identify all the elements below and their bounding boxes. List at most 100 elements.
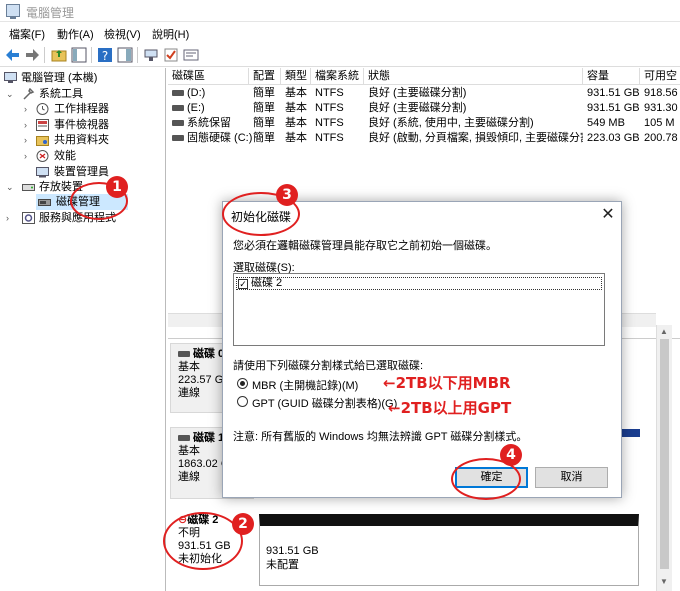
cell-free: 931.30 (644, 102, 678, 114)
menu-bar: 檔案(F) 動作(A) 檢視(V) 說明(H) (0, 23, 680, 43)
performance-icon (36, 150, 49, 162)
show-pane-icon[interactable] (71, 47, 87, 63)
column-header-type[interactable]: 類型 (281, 68, 311, 85)
help-icon[interactable]: ? (97, 47, 113, 63)
scroll-thumb[interactable] (660, 339, 669, 569)
disk-name: 磁碟 0 (193, 348, 225, 360)
initialize-disk-dialog: 初始化磁碟 ✕ 您必須在邏輯磁碟管理員能存取它之前初始一個磁碟。 選取磁碟(S)… (222, 201, 622, 498)
cancel-button[interactable]: 取消 (535, 467, 608, 488)
cell-capacity: 549 MB (587, 117, 625, 129)
gpt-label[interactable]: GPT (GUID 磁碟分割表格)(G) (252, 395, 397, 411)
drive-icon (172, 120, 184, 127)
column-header-filesystem[interactable]: 檔案系統 (311, 68, 364, 85)
cell-volume: 系統保留 (187, 117, 231, 129)
chevron-right-icon[interactable]: › (24, 148, 34, 164)
chevron-right-icon[interactable]: › (24, 132, 34, 148)
table-row[interactable]: 固態硬碟 (C:) 簡單 基本 NTFS 良好 (啟動, 分頁檔案, 損毀傾印,… (168, 131, 680, 146)
column-header-capacity[interactable]: 容量 (583, 68, 640, 85)
cell-type: 基本 (285, 87, 307, 99)
scroll-down-icon[interactable]: ▼ (660, 577, 668, 586)
partition-bar (622, 429, 640, 437)
chevron-right-icon[interactable]: › (24, 117, 34, 133)
device-manager-icon (36, 167, 49, 178)
cell-filesystem: NTFS (315, 117, 344, 129)
cell-type: 基本 (285, 117, 307, 129)
tree-label: 電腦管理 (本機) (21, 72, 98, 84)
cell-filesystem: NTFS (315, 87, 344, 99)
close-icon[interactable]: ✕ (599, 204, 617, 224)
chevron-down-icon[interactable]: ⌄ (6, 179, 16, 195)
mbr-radio[interactable] (237, 378, 248, 389)
connect-icon[interactable] (143, 47, 159, 63)
cell-status: 良好 (主要磁碟分割) (368, 87, 467, 99)
shared-folder-icon (36, 136, 49, 146)
scroll-up-icon[interactable]: ▲ (660, 327, 668, 336)
menu-action[interactable]: 動作(A) (57, 26, 94, 42)
cell-free: 200.78 (644, 132, 678, 144)
disk-checkbox[interactable]: ✓ (238, 279, 248, 289)
disk-item-label: 磁碟 2 (251, 277, 283, 289)
chevron-right-icon[interactable]: › (24, 101, 34, 117)
menu-view[interactable]: 檢視(V) (104, 26, 141, 42)
cell-volume: (E:) (187, 102, 205, 114)
folder-up-icon[interactable] (51, 47, 67, 63)
chevron-down-icon[interactable]: ⌄ (6, 86, 16, 102)
table-row[interactable]: 系統保留 簡單 基本 NTFS 良好 (系統, 使用中, 主要磁碟分割) 549… (168, 116, 680, 131)
cell-type: 基本 (285, 102, 307, 114)
title-bar: 電腦管理 (0, 0, 680, 22)
cell-volume: (D:) (187, 87, 206, 99)
column-header-free[interactable]: 可用空 (640, 68, 680, 85)
step-badge-1: 1 (106, 176, 128, 198)
disk-select-list[interactable]: ✓ 磁碟 2 (233, 273, 605, 346)
cell-status: 良好 (系統, 使用中, 主要磁碟分割) (368, 117, 534, 129)
tools-icon (23, 88, 35, 100)
cell-layout: 簡單 (253, 102, 275, 114)
cell-status: 良好 (主要磁碟分割) (368, 102, 467, 114)
toolbar: ? (0, 43, 680, 67)
cell-capacity: 223.03 GB (587, 132, 640, 144)
partition-size: 931.51 GB (266, 545, 319, 557)
disk-2-unallocated-partition[interactable]: 931.51 GB 未配置 (259, 514, 639, 586)
drive-icon (172, 135, 184, 142)
cell-layout: 簡單 (253, 117, 275, 129)
clock-icon (36, 103, 49, 115)
highlight-ring-disk-2 (163, 512, 243, 570)
list-item[interactable]: ✓ 磁碟 2 (236, 277, 602, 290)
vertical-scrollbar[interactable]: ▲ ▼ (656, 325, 672, 591)
table-row[interactable]: (D:) 簡單 基本 NTFS 良好 (主要磁碟分割) 931.51 GB 91… (168, 86, 680, 101)
properties-icon[interactable] (183, 47, 199, 63)
mbr-hint-annotation: ←2TB以下用MBR (383, 374, 511, 392)
cell-free: 918.56 (644, 87, 678, 99)
tree-label: 系統工具 (39, 88, 83, 100)
menu-help[interactable]: 說明(H) (152, 26, 189, 42)
gpt-hint-annotation: ←2TB以上用GPT (388, 399, 512, 417)
computer-management-icon (6, 4, 20, 19)
back-arrow-icon[interactable] (5, 47, 21, 63)
gpt-radio[interactable] (237, 396, 248, 407)
menu-file[interactable]: 檔案(F) (9, 26, 45, 42)
column-header-volume[interactable]: 磁碟區 (168, 68, 249, 85)
disk-management-icon (38, 199, 51, 206)
partition-status: 未配置 (266, 559, 299, 571)
pane-icon[interactable] (117, 47, 133, 63)
tree-label: 事件檢視器 (54, 119, 109, 131)
disk-icon (178, 351, 190, 358)
drive-icon (172, 105, 184, 112)
forward-arrow-icon[interactable] (24, 47, 40, 63)
step-badge-2: 2 (232, 513, 254, 535)
tree-label: 工作排程器 (54, 103, 109, 115)
storage-icon (22, 184, 35, 191)
gpt-note: 注意: 所有舊版的 Windows 均無法辨識 GPT 磁碟分割樣式。 (233, 431, 528, 443)
window-title: 電腦管理 (26, 6, 75, 20)
cell-layout: 簡單 (253, 87, 275, 99)
cell-type: 基本 (285, 132, 307, 144)
mbr-label[interactable]: MBR (主開機記錄)(M) (252, 377, 358, 393)
check-icon[interactable] (163, 47, 179, 63)
cell-filesystem: NTFS (315, 132, 344, 144)
tree-label: 效能 (54, 150, 76, 162)
column-header-layout[interactable]: 配置 (249, 68, 281, 85)
column-header-status[interactable]: 狀態 (364, 68, 583, 85)
chevron-right-icon[interactable]: › (6, 210, 16, 226)
cell-layout: 簡單 (253, 132, 275, 144)
table-row[interactable]: (E:) 簡單 基本 NTFS 良好 (主要磁碟分割) 931.51 GB 93… (168, 101, 680, 116)
